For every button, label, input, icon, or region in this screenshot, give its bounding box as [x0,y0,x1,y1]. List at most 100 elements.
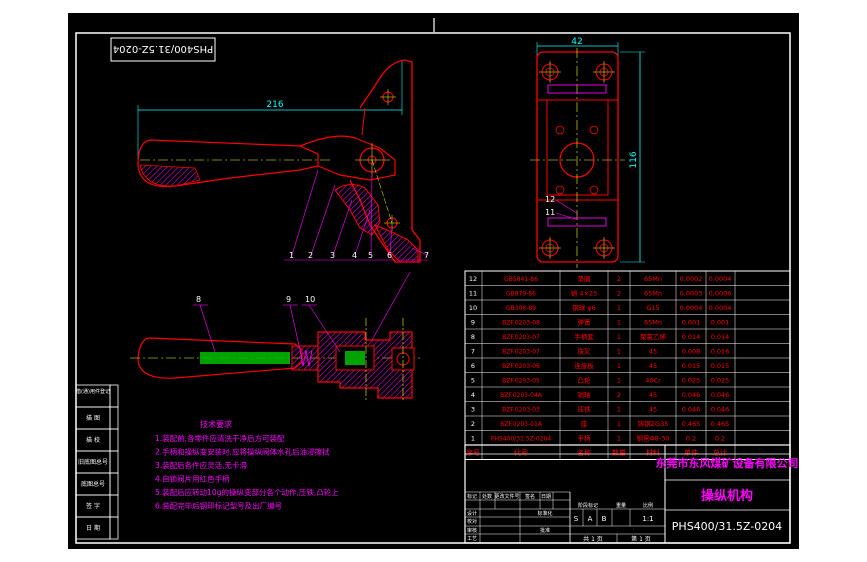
bom-cell: 0.008 [682,348,701,356]
bom-cell: 拨叉 [578,347,592,356]
bom-cell: 3 [471,406,475,414]
bom-cell: 40Cr [645,377,661,385]
bom-cell: 0.046 [711,391,730,399]
revision-header: 签名 [525,493,535,500]
sign-row-label: 校对 [467,518,477,525]
bom-cell: 1 [471,435,475,443]
tech-note-line: 6.装配完毕后钢印标记型号及出厂编号 [155,501,282,511]
revision-header: 日期 [541,494,551,500]
left-margin-label: 日 期 [86,524,100,532]
bom-header-cell: 单件 [684,448,698,457]
part-name: 操纵机构 [701,488,753,504]
bom-cell: 1 [617,348,621,356]
bom-cell: 0.025 [682,377,701,385]
sign-row-label: 设计 [467,510,477,517]
bom-cell: GB308-89 [506,305,536,312]
bom-cell: BZF.0203-07 [502,349,540,356]
bom-cell: 0.046 [711,406,730,414]
bom-cell: 0.046 [682,406,701,414]
revision-header: 处数 [482,493,492,500]
bom-cell: 7 [471,348,475,356]
revision-header: 标记 [467,493,477,500]
bom-cell: 钢管Φ8-30 [637,434,670,443]
bom-cell: 12 [469,275,477,283]
drawing-number-rotated: PHS400/31.5Z-0204 [113,43,213,54]
bom-cell: 0.0004 [709,304,732,312]
balloon-3: 3 [330,251,335,260]
balloon-5: 5 [368,251,373,260]
tech-note-line: 1.装配前,各零件应清洗干净后方可装配 [155,433,285,443]
bom-cell: BZF.0203-05 [502,378,540,385]
bom-cell: 11 [469,290,477,298]
bom-cell: 45 [649,362,657,370]
bom-cell: 65Mn [644,290,662,298]
bom-cell: 聚氯乙烯 [640,332,667,341]
left-margin-label: 底图总号 [81,480,105,488]
bom-header-cell: 名称 [577,448,591,457]
balloon-2: 2 [308,251,313,260]
bom-cell: GB879-86 [506,291,536,298]
tech-note-line: 3.装配后各件应灵活,无卡滞 [155,460,248,470]
left-margin-label: 描 校 [86,436,100,444]
bom-cell: 铸钢ZG35 [638,419,669,428]
bom-cell: 0.0006 [709,290,732,298]
bom-cell: 0.465 [682,420,701,428]
handle-shaft-fill [200,352,290,364]
bom-cell: BZF.0203-06 [502,363,540,370]
tech-note-line: 5.装配后应转动10g的操纵变部分各个动作,压铁,凸轮上 [155,487,339,497]
bom-cell: BZF.0203-01A [500,421,543,428]
tech-note-line: 2.手柄和操纵变安装时,应将操纵阀体水孔后油浸擦拭 [155,447,330,457]
bom-cell: 钢球 φ6 [572,303,596,312]
bom-cell: PHS400/31.5Z-0204 [491,436,551,443]
bom-cell: 座 [581,419,588,428]
sign-col2-label: 批准 [540,527,550,534]
bom-cell: 0.015 [682,362,701,370]
bom-cell: 4 [471,391,475,399]
bom-cell: BZF.0203-03 [502,407,540,414]
balloon-12: 12 [545,195,555,204]
spring-housing [291,345,319,371]
bom-cell: 0.0003 [680,290,703,298]
bom-cell: 0.0004 [709,275,732,283]
balloon-1: 1 [289,251,294,260]
bom-cell: 0.015 [711,362,730,370]
dim-text-116: 116 [629,151,639,168]
tech-note-line: 4.自锁阀片用红色手柄 [155,474,230,484]
bom-cell: 5 [471,377,475,385]
bom-cell: 0.2 [686,435,696,443]
bom-cell: 6 [471,362,475,370]
bom-cell: 65Mn [644,275,662,283]
title-drawing-number: PHS400/31.5Z-0204 [672,520,782,533]
bom-cell: 65Mn [644,319,662,327]
bom-cell: 10 [469,304,477,312]
bom-cell: GB5841-86 [504,276,538,283]
balloon-4: 4 [352,251,357,260]
bom-cell: 0.001 [682,319,701,327]
bom-cell: 45 [649,348,657,356]
stage-mark: S [574,515,579,523]
left-margin-label: 借(通)用件登记 [76,388,110,395]
bom-cell: 0.016 [711,348,730,356]
balloon-8: 8 [196,295,201,304]
balloon-10: 10 [305,295,315,304]
sign-row-label: 审核 [467,527,477,534]
bom-cell: 手柄 [578,434,592,443]
bom-cell: 2 [617,290,621,298]
bom-cell: 0.014 [711,333,730,341]
bom-cell: BZF.0203-04A [500,392,543,399]
balloon-11: 11 [545,208,555,217]
bom-cell: 1 [617,435,621,443]
scale-value: 1:1 [642,515,653,523]
bom-cell: 1 [617,333,621,341]
bom-cell: 1 [617,377,621,385]
bom-cell: 0.025 [711,377,730,385]
bom-cell: 连接板 [574,361,594,370]
left-margin-label: 签 字 [86,502,100,510]
bom-cell: 0.001 [711,319,730,327]
bom-cell: 垫圈 [578,274,591,283]
weight-label: 重量 [616,502,626,509]
bom-header-cell: 数量 [612,448,626,457]
balloon-7: 7 [424,251,429,260]
bom-cell: 弹簧 [578,318,592,327]
bom-cell: 1 [617,420,621,428]
